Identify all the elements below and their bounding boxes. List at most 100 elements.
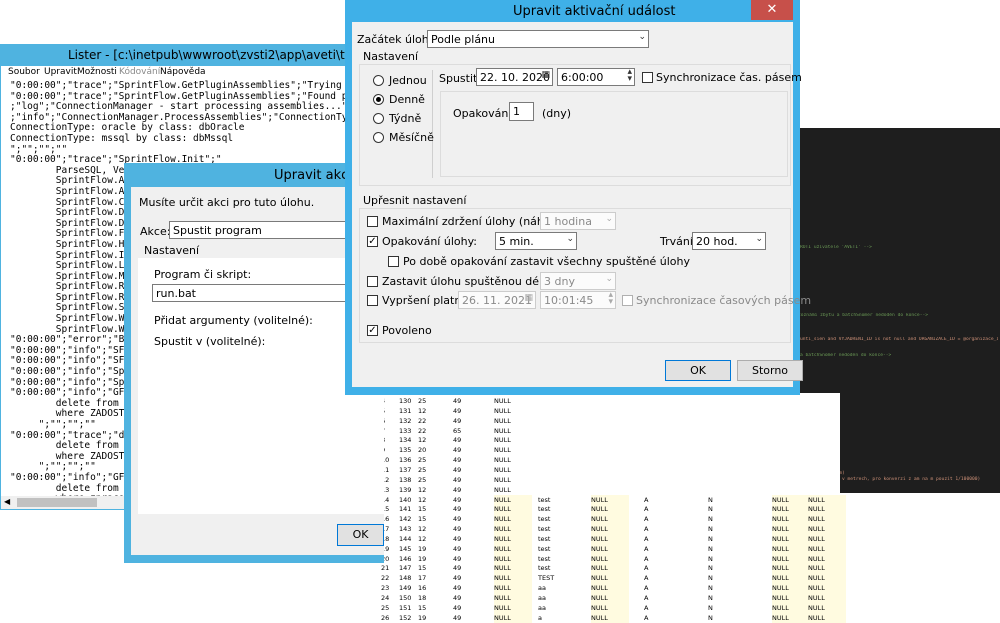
stop-long-select[interactable]: 3 dny ⌄ (540, 272, 616, 290)
table-cell: 135 (399, 446, 412, 455)
table-row[interactable]: 71332265NULL (378, 426, 840, 436)
radio-denne[interactable] (373, 94, 384, 105)
repeat-task-label: Opakování úlohy: (382, 235, 478, 248)
opakovani-input[interactable]: 1 (509, 102, 534, 121)
expire-checkbox[interactable] (367, 295, 378, 306)
expire-time-input[interactable]: 10:01:45 ▴ ▾ (540, 291, 616, 309)
table-cell: test (538, 564, 551, 573)
action-title: Upravit akci (274, 168, 352, 183)
table-cell: NULL (494, 446, 511, 455)
duration-select[interactable]: 20 hod. ⌄ (692, 232, 766, 250)
table-row[interactable]: 18 144 12 49 NULL test NULL A N NULL NULL (378, 533, 846, 544)
chevron-down-icon: ⌄ (755, 234, 763, 244)
table-cell: 19 (418, 544, 427, 553)
table-cell: 12 (418, 485, 427, 494)
table-row[interactable]: 11 137 25 49 NULL (378, 465, 840, 475)
table-row[interactable]: 25 151 15 49 NULL aa NULL A N NULL NULL (378, 602, 846, 613)
table-cell: A (644, 515, 649, 524)
sync-timezone-checkbox[interactable] (642, 72, 653, 83)
expire-date-picker[interactable]: 26. 11. 2021 ▦ (458, 291, 536, 309)
scroll-left-icon[interactable]: ◀ (4, 497, 10, 506)
menu-napoveda[interactable]: Nápověda (160, 67, 206, 77)
table-row[interactable]: 12 138 25 49 NULL (378, 475, 840, 485)
table-cell: 131 (399, 406, 412, 415)
start-task-label: Začátek úlohy: (357, 33, 439, 46)
table-row[interactable]: 10 136 25 49 NULL (378, 455, 840, 465)
table-row[interactable]: 16 142 15 49 NULL test NULL A N NULL NULL (378, 514, 846, 525)
max-delay-checkbox[interactable] (367, 216, 378, 227)
table-row[interactable]: 21 147 15 49 NULL test NULL A N NULL NULL (378, 563, 846, 574)
stop-all-checkbox[interactable] (388, 256, 399, 267)
start-date-picker[interactable]: 22. 10. 2020 ▦ (476, 68, 553, 86)
table-cell: 15 (418, 564, 427, 573)
results-grid: 41302549NULL51311249NULL61322249NULL7133… (378, 393, 846, 623)
table-cell: 15 (418, 603, 427, 612)
table-cell: 15 (418, 505, 427, 514)
table-cell: N (708, 534, 713, 543)
menu-soubor[interactable]: Soubor (8, 67, 40, 77)
table-cell: 145 (399, 544, 412, 553)
table-row[interactable]: 51311249NULL (378, 406, 840, 416)
table-cell: 130 (399, 397, 412, 405)
action-ok-button[interactable]: OK (337, 524, 384, 546)
table-cell: aa (538, 594, 546, 602)
start-time-input[interactable]: 6:00:00 ▴ ▾ (557, 68, 635, 86)
start-task-select[interactable]: Podle plánu ⌄ (427, 30, 649, 48)
radio-tydne[interactable] (373, 113, 384, 124)
sync-timezone-label: Synchronizace čas. pásem (656, 71, 802, 84)
table-cell: NULL (494, 602, 532, 613)
trigger-cancel-button[interactable]: Storno (737, 360, 803, 381)
table-cell: NULL (494, 426, 511, 435)
code-snippet: a batchSnomer nedoděn do konce--> (800, 353, 892, 358)
close-button[interactable]: ✕ (751, 0, 793, 20)
trigger-ok-button[interactable]: OK (665, 360, 731, 381)
expire-sync-checkbox[interactable] (622, 295, 633, 306)
table-cell: N (708, 554, 713, 563)
table-row[interactable]: 81341249NULL (378, 435, 840, 445)
table-cell: A (644, 525, 649, 534)
table-cell: NULL (591, 573, 629, 584)
table-row[interactable]: 41302549NULL (378, 396, 840, 406)
table-row[interactable]: 17 143 12 49 NULL test NULL A N NULL NULL (378, 524, 846, 535)
table-cell: NULL (808, 593, 846, 603)
table-row[interactable]: 13 139 12 49 NULL (378, 485, 840, 495)
menu-kodovani[interactable]: Kódování (119, 67, 160, 77)
settings-label: Nastavení (363, 50, 419, 63)
table-row[interactable]: 23 149 16 49 NULL aa NULL A N NULL NULL (378, 583, 846, 594)
table-cell: 151 (399, 603, 412, 612)
table-row[interactable]: 61322249NULL (378, 416, 840, 426)
table-row[interactable]: 20 146 19 49 NULL test NULL A N NULL NULL (378, 553, 846, 564)
lister-titlebar[interactable]: Lister - [c:\inetpub\wwwroot\zvsti2\app\… (0, 44, 437, 66)
table-cell: NULL (808, 504, 846, 515)
table-cell: 49 (453, 456, 462, 465)
table-cell: 24 (381, 594, 390, 602)
table-cell: 140 (399, 495, 412, 504)
table-cell: 49 (453, 475, 462, 484)
table-cell: 12 (418, 525, 427, 534)
radio-jednou[interactable] (373, 75, 384, 86)
table-row[interactable]: 14 140 12 49 NULL test NULL A N NULL NULL (378, 494, 846, 505)
enabled-checkbox[interactable]: ✓ (367, 325, 378, 336)
table-row[interactable]: 19 145 19 49 NULL test NULL A N NULL NULL (378, 543, 846, 554)
radio-mesicne[interactable] (373, 132, 384, 143)
table-cell: 15 (418, 515, 427, 524)
scroll-thumb[interactable] (17, 498, 97, 507)
repeat-task-checkbox[interactable]: ✓ (367, 236, 378, 247)
table-row[interactable]: 15 141 15 49 NULL test NULL A N NULL NULL (378, 504, 846, 515)
table-cell: test (538, 554, 551, 563)
repeat-task-select[interactable]: 5 min. ⌄ (495, 232, 577, 250)
max-delay-select[interactable]: 1 hodina ⌄ (540, 212, 616, 230)
menu-moznosti[interactable]: Možnosti (77, 67, 117, 77)
trigger-titlebar[interactable]: Upravit aktivační událost ✕ (345, 0, 800, 22)
table-cell: NULL (772, 563, 810, 574)
table-row[interactable]: 24 150 18 49 NULL aa NULL A N NULL NULL (378, 593, 846, 603)
spinner-icon: ▴ ▾ (608, 291, 613, 307)
table-row[interactable]: 91352049NULL (378, 445, 840, 455)
edit-trigger-dialog: Upravit aktivační událost ✕ Začátek úloh… (345, 0, 811, 395)
table-row[interactable]: 26 152 19 49 NULL a NULL A N NULL NULL (378, 612, 846, 623)
table-cell: 152 (399, 613, 412, 622)
menu-upravit[interactable]: Upravit (44, 67, 77, 77)
table-cell: NULL (591, 504, 629, 515)
stop-long-checkbox[interactable] (367, 276, 378, 287)
table-row[interactable]: 22 148 17 49 NULL TEST NULL A N NULL NULL (378, 573, 846, 584)
